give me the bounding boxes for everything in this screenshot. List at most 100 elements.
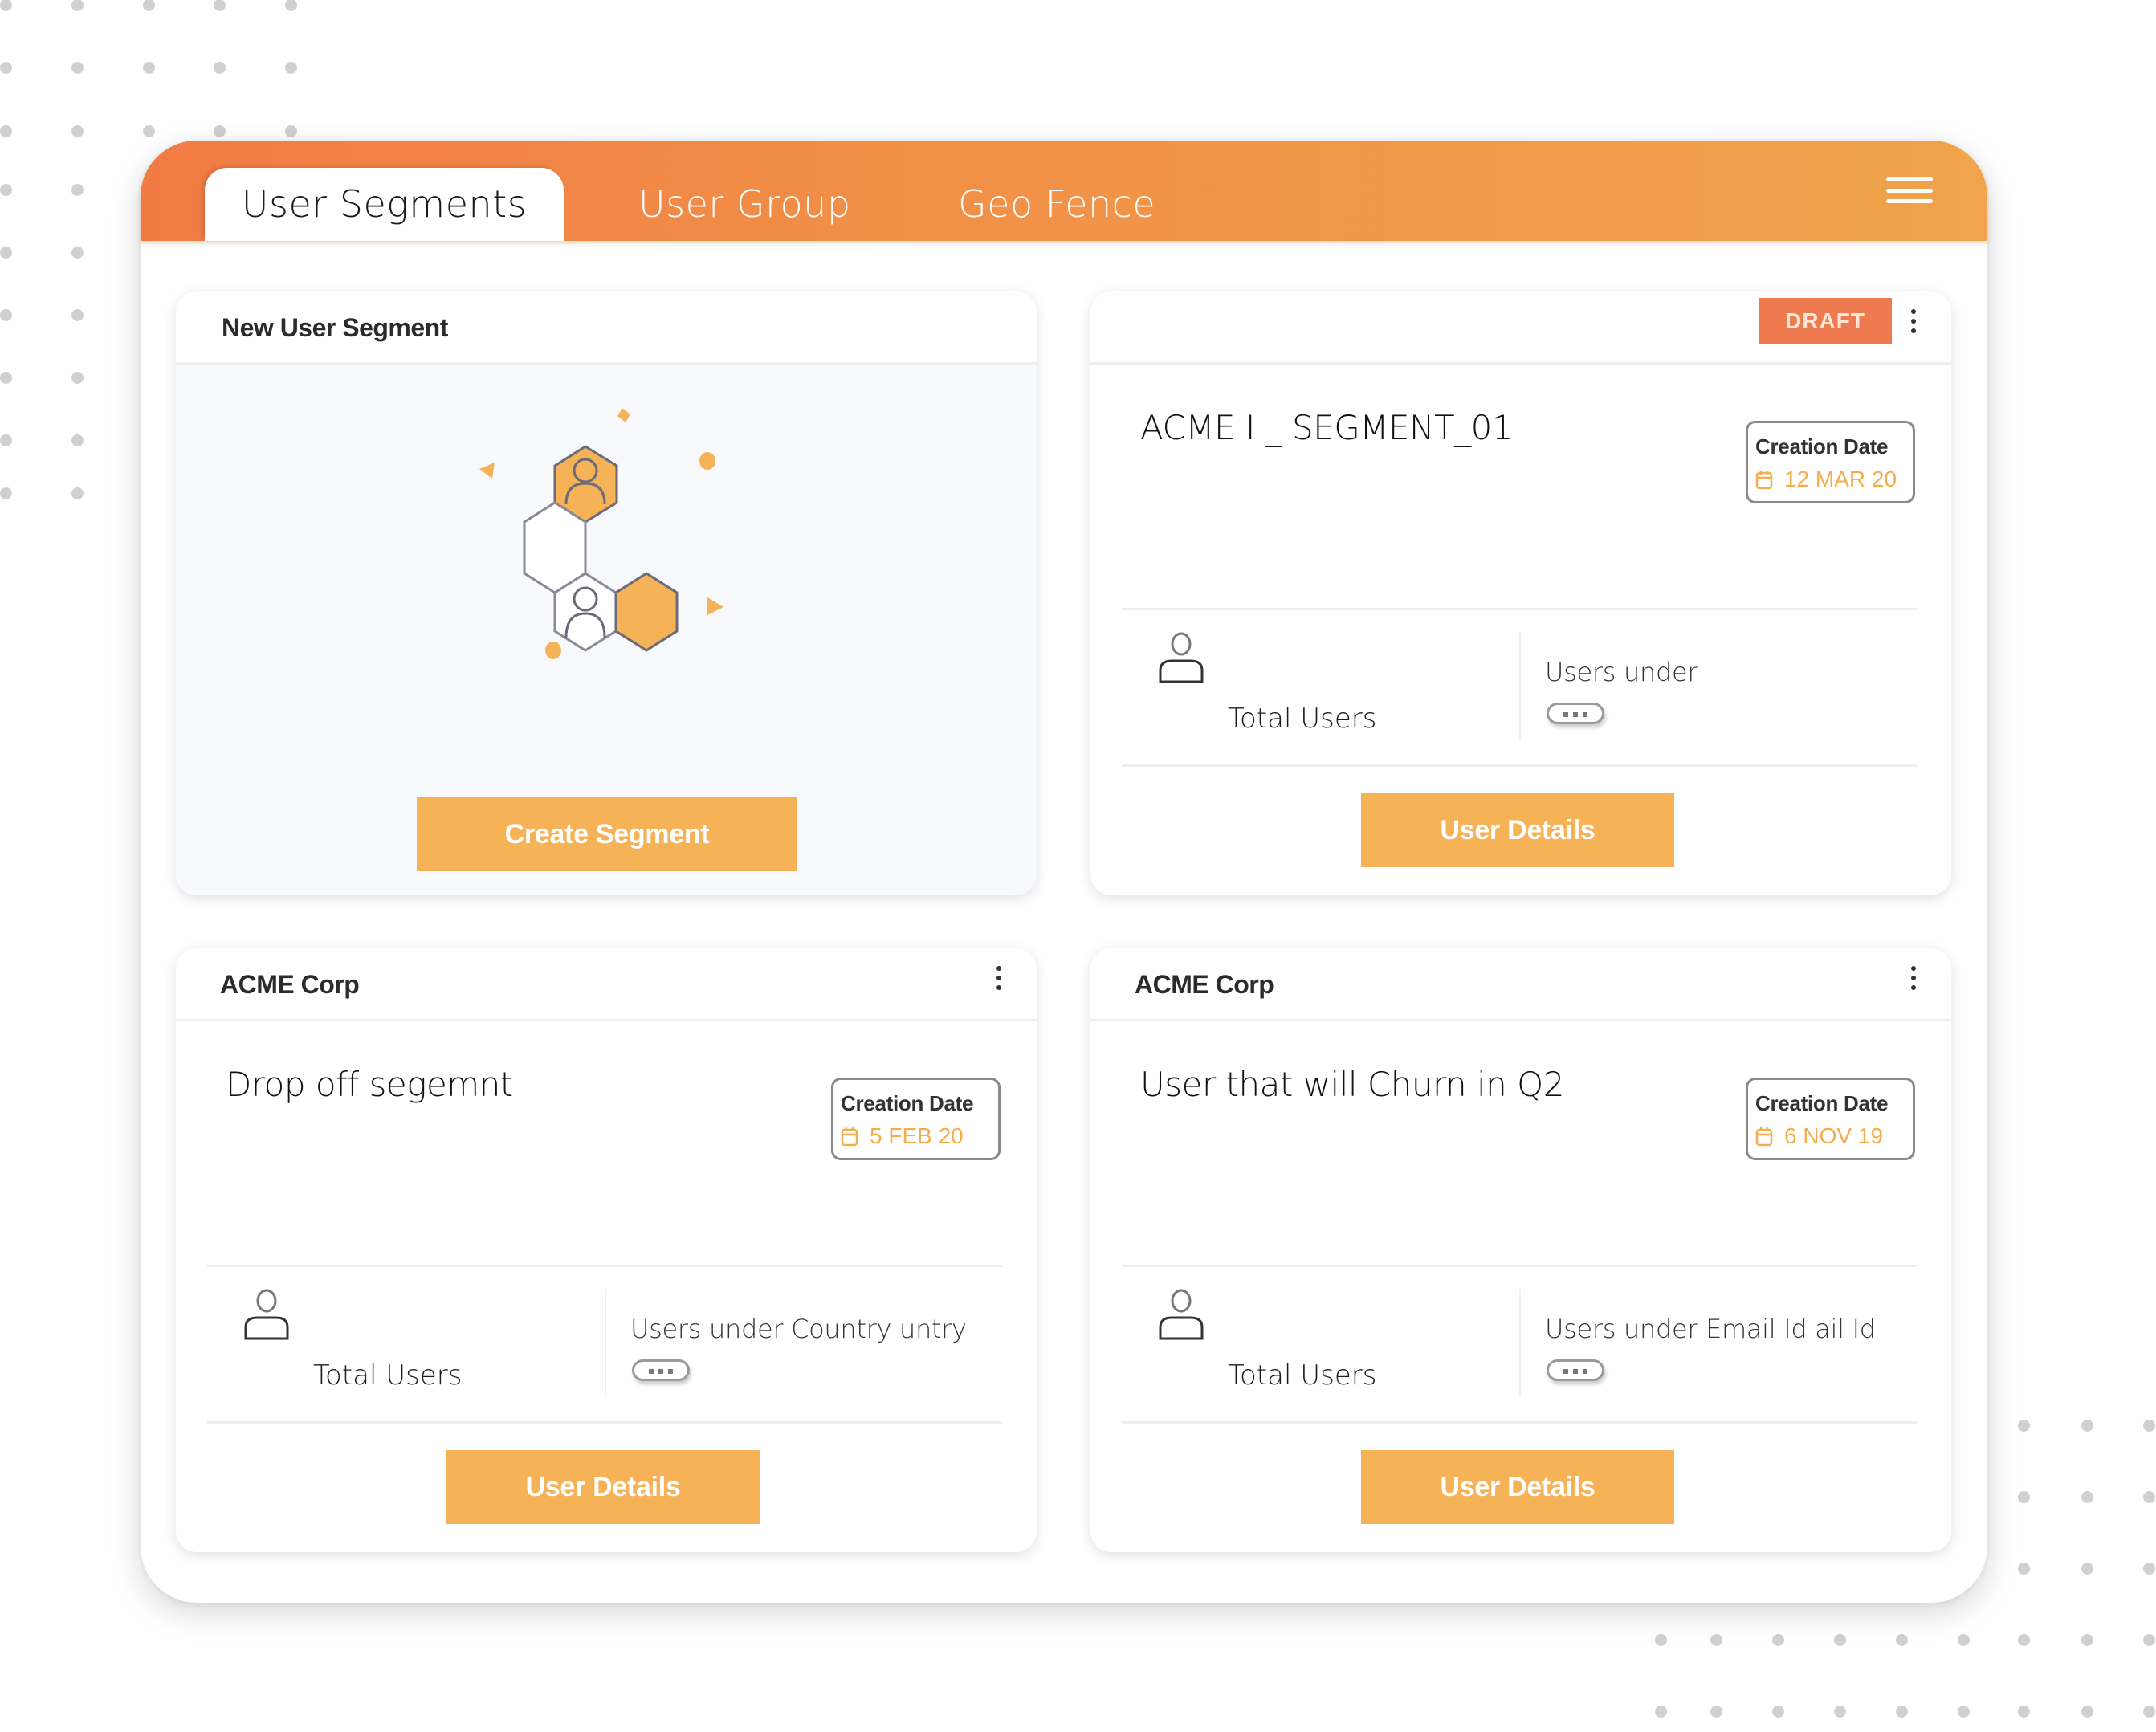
ellipsis-more-button[interactable]	[632, 1359, 690, 1381]
segment-name: Drop off segemnt	[226, 1065, 513, 1104]
decorative-dot	[2018, 1634, 2030, 1646]
calendar-icon	[1755, 471, 1773, 490]
user-details-button[interactable]: User Details	[446, 1450, 760, 1524]
segment-name: ACME I _ SEGMENT_01	[1140, 408, 1514, 447]
creation-date-label: Creation Date	[841, 1091, 974, 1115]
confetti-dot	[545, 642, 561, 659]
decorative-dot	[71, 247, 84, 259]
card-header: ACME Corp	[176, 948, 1037, 1021]
decorative-dot	[1772, 1634, 1784, 1646]
decorative-dot	[214, 0, 226, 11]
decorative-dot	[2018, 1491, 2030, 1503]
decorative-dot	[71, 125, 84, 137]
total-users-label: Total Users	[1228, 703, 1377, 735]
decorative-dot	[1958, 1706, 1970, 1718]
tab-user-segments[interactable]: User Segments	[205, 168, 564, 241]
users-under-label: Users under	[1545, 657, 1698, 687]
decorative-dot	[0, 372, 12, 384]
hamburger-menu-icon[interactable]	[1886, 177, 1933, 206]
divider	[207, 1421, 1002, 1424]
creation-date-label: Creation Date	[1755, 434, 1889, 458]
confetti-diamond	[617, 408, 630, 422]
divider	[1122, 608, 1917, 610]
more-options-icon[interactable]	[995, 966, 1003, 995]
ellipsis-more-button[interactable]	[1547, 703, 1604, 724]
divider	[1122, 1421, 1917, 1424]
creation-date-value: 5 FEB 20	[841, 1123, 964, 1149]
user-icon	[244, 1289, 289, 1340]
decorative-dot	[285, 62, 297, 74]
confetti-dot	[699, 452, 715, 470]
decorative-dot	[0, 247, 12, 259]
decorative-dot	[0, 0, 12, 11]
creation-date-badge: Creation Date 5 FEB 20	[831, 1078, 1001, 1160]
card-header: ACME Corp	[1090, 948, 1951, 1021]
decorative-dot	[2143, 1491, 2155, 1503]
new-user-segment-card: New User Segment Create Segment	[176, 291, 1037, 895]
confetti-triangle	[479, 463, 495, 479]
decorative-dot	[285, 0, 297, 11]
user-icon	[1159, 632, 1204, 683]
more-options-icon[interactable]	[1909, 309, 1918, 338]
card-title: New User Segment	[222, 313, 448, 342]
segment-card: ACME Corp Drop off segemnt Creation Date…	[176, 948, 1037, 1552]
ellipsis-more-button[interactable]	[1547, 1359, 1604, 1381]
card-title: ACME Corp	[1135, 970, 1274, 999]
tab-user-group[interactable]: User Group	[638, 168, 851, 241]
decorative-dot	[71, 184, 84, 196]
decorative-dot	[1655, 1706, 1667, 1718]
status-badge-draft: DRAFT	[1759, 298, 1892, 344]
total-users-label: Total Users	[313, 1359, 463, 1392]
vertical-divider	[1519, 632, 1521, 741]
decorative-dot	[0, 125, 12, 137]
creation-date-text: 12 MAR 20	[1784, 467, 1897, 491]
decorative-dot	[71, 434, 84, 446]
users-under-label: Users under Email Id ail Id	[1545, 1314, 1876, 1344]
decorative-dot	[2143, 1563, 2155, 1575]
creation-date-badge: Creation Date 12 MAR 20	[1746, 421, 1915, 503]
segments-panel: User Segments User Group Geo Fence New U…	[141, 141, 1987, 1603]
decorative-dot	[1655, 1634, 1667, 1646]
segment-card: DRAFT ACME I _ SEGMENT_01 Creation Date …	[1090, 291, 1951, 895]
decorative-dot	[2018, 1563, 2030, 1575]
decorative-dot	[214, 125, 226, 137]
calendar-icon	[841, 1127, 858, 1147]
user-hexagon-network-illustration	[479, 408, 723, 659]
decorative-dot	[2018, 1420, 2030, 1432]
decorative-dot	[2081, 1706, 2093, 1718]
vertical-divider	[1519, 1289, 1521, 1398]
decorative-dot	[1834, 1634, 1846, 1646]
decorative-dot	[285, 125, 297, 137]
decorative-dot	[0, 487, 12, 499]
decorative-dot	[71, 0, 84, 11]
card-header: New User Segment	[176, 291, 1037, 365]
decorative-dot	[71, 62, 84, 74]
creation-date-label: Creation Date	[1755, 1091, 1889, 1115]
decorative-dot	[2143, 1706, 2155, 1718]
divider	[1122, 1265, 1917, 1267]
user-details-button[interactable]: User Details	[1361, 1450, 1674, 1524]
decorative-dot	[1710, 1634, 1722, 1646]
more-options-icon[interactable]	[1909, 966, 1918, 995]
decorative-dot	[2081, 1563, 2093, 1575]
decorative-dot	[0, 62, 12, 74]
decorative-dot	[143, 125, 155, 137]
decorative-dot	[214, 62, 226, 74]
decorative-dot	[2143, 1634, 2155, 1646]
confetti-triangle	[707, 597, 723, 615]
users-under-label: Users under Country untry	[630, 1314, 967, 1344]
card-title: ACME Corp	[220, 970, 360, 999]
create-segment-button[interactable]: Create Segment	[417, 797, 797, 871]
decorative-dot	[71, 309, 84, 321]
creation-date-value: 6 NOV 19	[1755, 1123, 1883, 1149]
decorative-dot	[1958, 1634, 1970, 1646]
decorative-dot	[2081, 1491, 2093, 1503]
decorative-dot	[0, 309, 12, 321]
tab-header: User Segments User Group Geo Fence	[141, 141, 1987, 241]
decorative-dot	[143, 0, 155, 11]
user-details-button[interactable]: User Details	[1361, 793, 1674, 867]
tab-geo-fence[interactable]: Geo Fence	[958, 168, 1155, 241]
segment-name: User that will Churn in Q2	[1140, 1065, 1564, 1104]
vertical-divider	[605, 1289, 606, 1398]
illustration-area: Create Segment	[176, 365, 1037, 895]
